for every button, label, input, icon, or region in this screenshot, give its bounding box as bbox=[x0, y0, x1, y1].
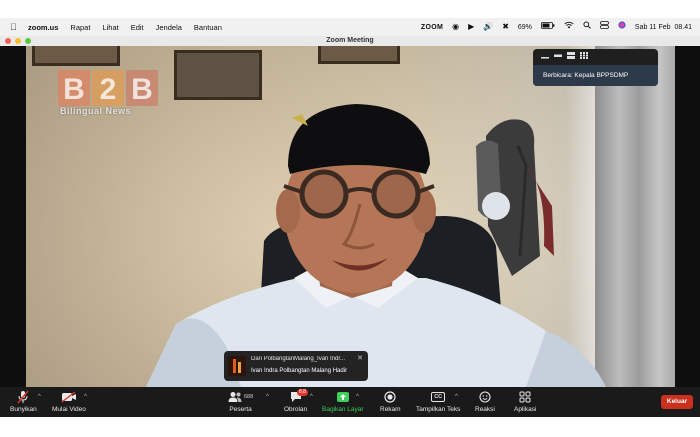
b2b-watermark: B 2 B Bilingual News bbox=[58, 70, 158, 116]
control-center-icon[interactable] bbox=[600, 18, 609, 36]
audio-options-caret-icon[interactable]: ^ bbox=[38, 394, 41, 400]
window-title-bar: Zoom Meeting bbox=[0, 36, 700, 46]
mac-menu-bar:  zoom.us Rapat Lihat Edit Jendela Bantu… bbox=[0, 18, 700, 36]
captions-icon-text: CC bbox=[431, 392, 446, 402]
menu-status-area: ZOOM ◉ ▶ 🔊 ✖ 69% Sab 11 Feb 08.41 bbox=[421, 18, 692, 36]
menu-app-name[interactable]: zoom.us bbox=[28, 23, 58, 32]
play-icon[interactable]: ▶ bbox=[468, 18, 474, 36]
participants-label: Peserta bbox=[229, 406, 252, 413]
reactions-label: Reaksi bbox=[475, 406, 495, 413]
chat-sender-avatar bbox=[228, 356, 246, 376]
captions-caret-icon[interactable]: ^ bbox=[455, 394, 458, 400]
share-caret-icon[interactable]: ^ bbox=[356, 394, 359, 400]
participants-caret-icon[interactable]: ^ bbox=[266, 394, 269, 400]
chat-label: Obrolan bbox=[284, 406, 308, 413]
chat-caret-icon[interactable]: ^ bbox=[310, 394, 313, 400]
menu-item-lihat[interactable]: Lihat bbox=[102, 23, 118, 32]
record-button[interactable]: Rekam bbox=[380, 390, 401, 413]
speaker-thumbnail-panel[interactable]: Berbicara: Kepala BPPSDMP bbox=[533, 49, 658, 86]
muted-mic-icon bbox=[17, 390, 29, 404]
screen:  zoom.us Rapat Lihat Edit Jendela Bantu… bbox=[0, 0, 700, 437]
svg-text:B: B bbox=[63, 73, 85, 106]
meeting-stage: B 2 B Bilingual News Berbicara: Kepala B… bbox=[0, 46, 700, 387]
battery-icon[interactable] bbox=[541, 18, 555, 36]
meeting-toolbar: Bunyikan ^ Mulai Video ^ 688 Peserta ^ O… bbox=[0, 387, 700, 417]
wifi-icon[interactable] bbox=[564, 18, 574, 36]
captions-button[interactable]: CC Tampilkan Teks bbox=[416, 390, 460, 413]
record-label: Rekam bbox=[380, 406, 401, 413]
record-status-icon[interactable]: ◉ bbox=[452, 18, 459, 36]
start-video-button[interactable]: Mulai Video bbox=[52, 390, 86, 413]
captions-label: Tampilkan Teks bbox=[416, 406, 461, 413]
apple-icon[interactable]:  bbox=[10, 22, 20, 32]
apps-label: Aplikasi bbox=[514, 406, 537, 413]
menu-item-rapat[interactable]: Rapat bbox=[70, 23, 90, 32]
chat-notification[interactable]: Dari PolbangtanMalang_Ivan Indr... Ivan … bbox=[224, 351, 368, 381]
search-icon[interactable] bbox=[583, 18, 591, 36]
closed-captions-icon: CC bbox=[431, 390, 446, 404]
participants-button[interactable]: 688 Peserta bbox=[228, 390, 253, 413]
apps-icon bbox=[519, 390, 531, 404]
svg-text:B: B bbox=[131, 73, 153, 106]
reactions-button[interactable]: Reaksi bbox=[475, 390, 495, 413]
strip-view-icon[interactable] bbox=[554, 52, 562, 59]
gallery-view-icon[interactable] bbox=[580, 52, 588, 59]
menu-item-jendela[interactable]: Jendela bbox=[156, 23, 182, 32]
active-speaker-video[interactable]: B 2 B Bilingual News bbox=[26, 46, 675, 387]
clock[interactable]: Sab 11 Feb 08.41 bbox=[635, 24, 692, 31]
participants-count: 688 bbox=[244, 394, 254, 400]
minimize-view-icon[interactable] bbox=[541, 52, 549, 59]
b2b-logo: B 2 B bbox=[58, 70, 158, 106]
participants-icon: 688 bbox=[228, 390, 253, 404]
start-video-label: Mulai Video bbox=[52, 406, 86, 413]
volume-icon[interactable]: 🔊 bbox=[483, 18, 493, 36]
bluetooth-icon[interactable]: ✖ bbox=[502, 18, 509, 36]
b2b-tagline: Bilingual News bbox=[60, 106, 132, 116]
reactions-icon bbox=[479, 390, 491, 404]
share-screen-icon bbox=[336, 390, 350, 404]
chat-sender: Dari PolbangtanMalang_Ivan Indr... bbox=[251, 356, 346, 362]
apps-button[interactable]: Aplikasi bbox=[514, 390, 536, 413]
close-notification-icon[interactable]: ✕ bbox=[357, 354, 363, 362]
record-icon bbox=[384, 390, 396, 404]
unmute-label: Bunyikan bbox=[10, 406, 37, 413]
leave-button[interactable]: Keluar bbox=[661, 395, 693, 409]
battery-percent: 69% bbox=[517, 23, 532, 31]
speaker-name-label: Berbicara: Kepala BPPSDMP bbox=[533, 65, 658, 86]
chat-message: Ivan Indra Polbangtan Malang Hadir bbox=[251, 368, 348, 374]
video-options-caret-icon[interactable]: ^ bbox=[84, 394, 87, 400]
svg-text:2: 2 bbox=[100, 73, 117, 106]
menu-item-edit[interactable]: Edit bbox=[131, 23, 144, 32]
video-off-icon bbox=[61, 390, 77, 404]
unmute-button[interactable]: Bunyikan bbox=[10, 390, 37, 413]
speaker-view-icon[interactable] bbox=[567, 52, 575, 59]
share-screen-label: Bagikan Layar bbox=[322, 406, 364, 413]
view-switcher bbox=[541, 52, 588, 59]
menu-item-bantuan[interactable]: Bantuan bbox=[194, 23, 222, 32]
window-title: Zoom Meeting bbox=[326, 37, 374, 44]
bottom-margin bbox=[0, 417, 700, 437]
chat-unread-badge: 8.8 bbox=[297, 389, 308, 396]
siri-icon[interactable] bbox=[618, 18, 626, 36]
zoom-status-label[interactable]: ZOOM bbox=[421, 24, 443, 31]
